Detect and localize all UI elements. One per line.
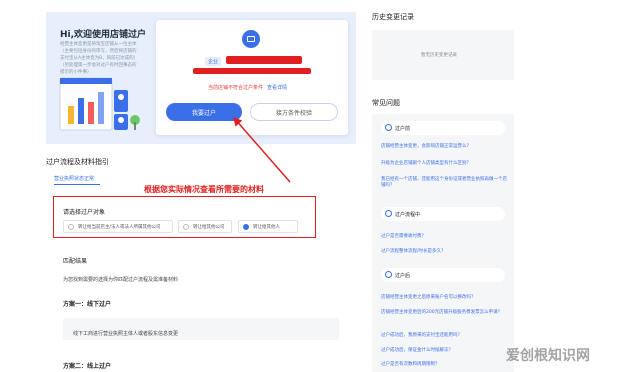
redaction-mark [193,68,311,74]
faq-group-label: 过户前 [395,125,411,132]
faq-group-during[interactable]: 过户流程中 [381,207,505,221]
faq-link[interactable]: 升级为企业店铺跟个人店铺类型有什么区别？ [381,161,511,167]
faq-link[interactable]: 店铺经营主体变更之后原来账户名可以换改吗？ [381,295,511,301]
faq-group-before[interactable]: 过户前 [381,121,505,135]
option-transfer-person[interactable]: 转让给其他人 [238,220,298,233]
option-label: 转让给其他人 [253,224,280,230]
view-details-link[interactable]: 查看详情 [267,85,287,91]
radio-icon [68,224,74,230]
annotation-caption: 根据您实际情况查看所需要的材料 [144,184,264,194]
faq-link[interactable]: 店铺经营主体变更，会影响店铺正常运营么？ [381,144,511,150]
faq-link[interactable]: 过户成功后，保证金什么时候解冻？ [381,348,511,354]
receiver-check-button[interactable]: 接方条件校验 [250,103,338,121]
tab-license-normal[interactable]: 营业执照状态正常 [54,175,94,182]
history-empty-text: 暂无历史变更记录 [421,53,457,58]
pin-icon [385,124,392,131]
match-result-desc: 为您找到需要的选择为你匹配过户流程及需准备材料 [63,277,179,283]
ineligible-notice: 当前店铺不符合过户条件 查看详情 [208,84,287,91]
hero-illustration [59,77,140,131]
section-title: 过户流程及材料指引 [46,158,109,166]
store-icon [242,30,260,48]
option-transfer-owner[interactable]: 转让给当前店主/法人或法人所属其他公司 [63,220,173,233]
faq-link[interactable]: 店铺经营主体变更后的200元店铺升级服务费发票怎么申请？ [381,310,511,316]
company-tag: 企业 [205,57,222,66]
hero-title: Hi,欢迎使用店铺过户 [60,30,147,40]
radio-icon [183,224,189,230]
faq-group-label: 过户流程中 [395,211,421,218]
history-title: 历史变更记录 [372,13,414,21]
faq-link[interactable]: 我已经有一个店铺，还能用这个身份证或者营业执照再做一个店铺吗？ [381,177,511,189]
plan-online-title: 方案二：线上过户 [63,363,112,370]
hero-description: 经营主体变更是将淘宝店铺从一位主体（主要包括身份的审写，然后将店铺的支付宝从A主… [60,42,137,75]
faq-link[interactable]: 过户是否有次数和周期限制？ [381,362,511,368]
faq-group-after[interactable]: 过户后 [381,268,505,282]
plan-offline-title: 方案一：线下过户 [63,301,112,308]
watermark: 爱创根知识网 [506,348,590,364]
faq-link[interactable]: 过户成功后，我原来的支付宝还能用吗？ [381,333,511,339]
select-target-label: 请选择过户对象 [63,209,106,216]
pin-icon [385,271,392,278]
transfer-button[interactable]: 我要过户 [166,103,242,121]
tab-underline [54,184,100,185]
faq-link[interactable]: 过户是否需要收付费？ [381,234,511,240]
match-result-title: 匹配结果 [63,258,88,265]
faq-title: 常见问题 [372,99,400,107]
option-transfer-company[interactable]: 转让给其他公司 [178,220,232,233]
faq-group-label: 过户后 [395,272,411,279]
plan-offline-text: 线下工商进行营业执照主体人或者股东信息变更 [73,331,179,337]
option-label: 转让给当前店主/法人或法人所属其他公司 [78,224,161,230]
redaction-mark [226,56,302,64]
radio-icon [243,224,249,230]
option-label: 转让给其他公司 [193,224,225,230]
pin-icon [385,210,392,217]
faq-link[interactable]: 过户流程整体流程/时长是多久？ [381,249,511,255]
notice-text: 当前店铺不符合过户条件 [208,85,264,91]
